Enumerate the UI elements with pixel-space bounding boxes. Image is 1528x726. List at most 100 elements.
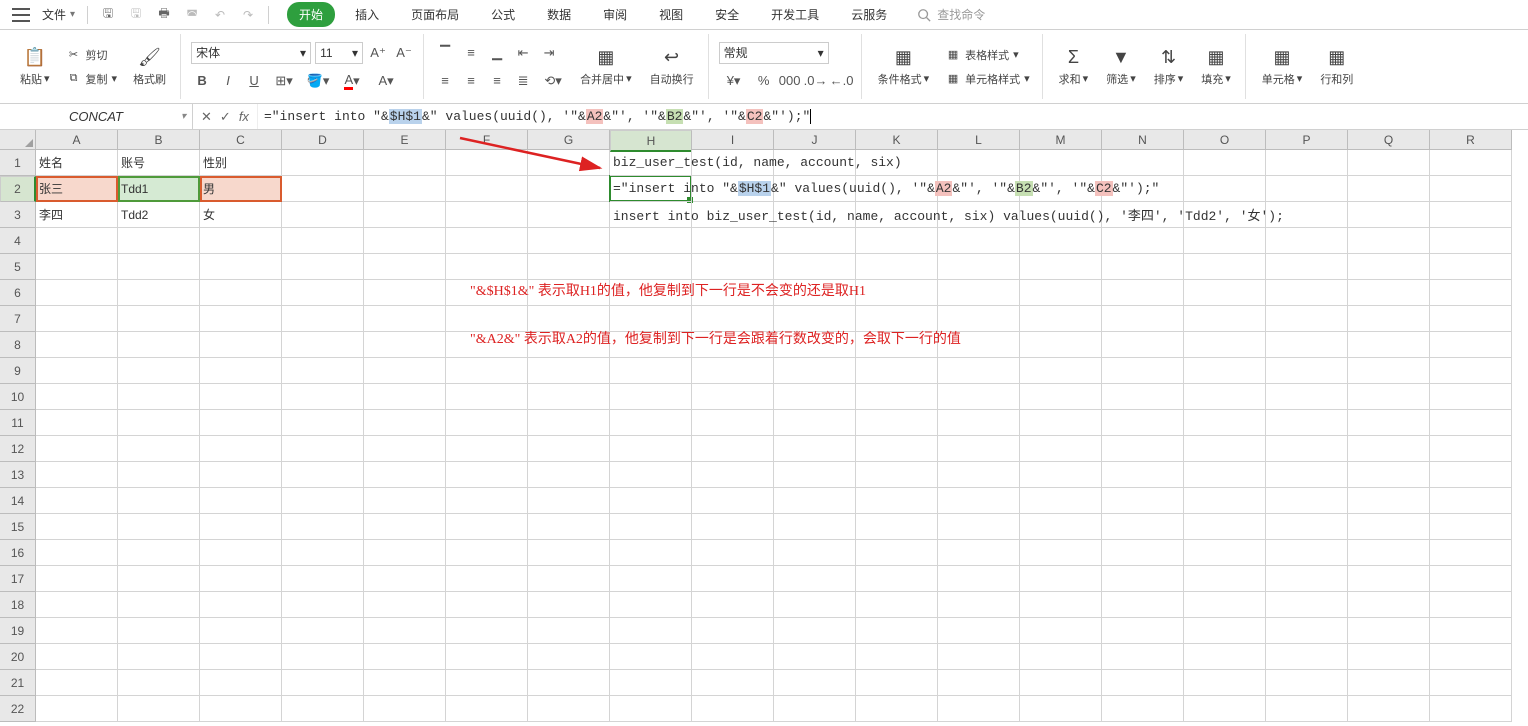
cell-N1[interactable]: [1102, 150, 1184, 176]
cell-O2[interactable]: [1184, 176, 1266, 202]
cell-E13[interactable]: [364, 462, 446, 488]
border-button[interactable]: ⊞▾: [269, 70, 299, 92]
cell-J10[interactable]: [774, 384, 856, 410]
cell-L18[interactable]: [938, 592, 1020, 618]
cell-B9[interactable]: [118, 358, 200, 384]
cell-I16[interactable]: [692, 540, 774, 566]
cell-A5[interactable]: [36, 254, 118, 280]
tab-formula[interactable]: 公式: [479, 2, 527, 27]
cell-L4[interactable]: [938, 228, 1020, 254]
cell-P1[interactable]: [1266, 150, 1348, 176]
italic-button[interactable]: I: [217, 70, 239, 92]
cell-J9[interactable]: [774, 358, 856, 384]
col-header-D[interactable]: D: [282, 130, 364, 150]
cell-Q16[interactable]: [1348, 540, 1430, 566]
cell-O14[interactable]: [1184, 488, 1266, 514]
cell-N5[interactable]: [1102, 254, 1184, 280]
inc-indent-icon[interactable]: ⇥: [538, 42, 560, 64]
row-header-10[interactable]: 10: [0, 384, 36, 410]
cell-J19[interactable]: [774, 618, 856, 644]
cell-D9[interactable]: [282, 358, 364, 384]
cell-D8[interactable]: [282, 332, 364, 358]
cell-O22[interactable]: [1184, 696, 1266, 722]
cell-C15[interactable]: [200, 514, 282, 540]
cell-I22[interactable]: [692, 696, 774, 722]
cell-H16[interactable]: [610, 540, 692, 566]
row-header-21[interactable]: 21: [0, 670, 36, 696]
align-middle-icon[interactable]: ≡: [460, 42, 482, 64]
cell-K18[interactable]: [856, 592, 938, 618]
cell-C3[interactable]: 女: [200, 202, 282, 228]
cell-D1[interactable]: [282, 150, 364, 176]
cell-A2[interactable]: 张三: [36, 176, 118, 202]
cell-E14[interactable]: [364, 488, 446, 514]
col-header-P[interactable]: P: [1266, 130, 1348, 150]
tab-view[interactable]: 视图: [647, 2, 695, 27]
cell-R4[interactable]: [1430, 228, 1512, 254]
cell-D5[interactable]: [282, 254, 364, 280]
cell-M11[interactable]: [1020, 410, 1102, 436]
cell-Q12[interactable]: [1348, 436, 1430, 462]
cell-A20[interactable]: [36, 644, 118, 670]
cell-J13[interactable]: [774, 462, 856, 488]
cell-D13[interactable]: [282, 462, 364, 488]
cell-M13[interactable]: [1020, 462, 1102, 488]
cell-N8[interactable]: [1102, 332, 1184, 358]
row-header-7[interactable]: 7: [0, 306, 36, 332]
cell-E12[interactable]: [364, 436, 446, 462]
col-header-C[interactable]: C: [200, 130, 282, 150]
cell-G18[interactable]: [528, 592, 610, 618]
cell-F18[interactable]: [446, 592, 528, 618]
cell-Q15[interactable]: [1348, 514, 1430, 540]
cell-D19[interactable]: [282, 618, 364, 644]
cell-D20[interactable]: [282, 644, 364, 670]
cell-P8[interactable]: [1266, 332, 1348, 358]
table-style-button[interactable]: ▦表格样式▾: [941, 45, 1034, 65]
cell-P22[interactable]: [1266, 696, 1348, 722]
cell-A15[interactable]: [36, 514, 118, 540]
cell-I5[interactable]: [692, 254, 774, 280]
cell-C9[interactable]: [200, 358, 282, 384]
dec-font-icon[interactable]: A⁻: [393, 42, 415, 64]
cell-L13[interactable]: [938, 462, 1020, 488]
cell-E17[interactable]: [364, 566, 446, 592]
cell-J14[interactable]: [774, 488, 856, 514]
row-header-4[interactable]: 4: [0, 228, 36, 254]
cell-I4[interactable]: [692, 228, 774, 254]
cell-J4[interactable]: [774, 228, 856, 254]
cell-Q11[interactable]: [1348, 410, 1430, 436]
cell-D4[interactable]: [282, 228, 364, 254]
cell-F17[interactable]: [446, 566, 528, 592]
name-box[interactable]: CONCAT ▾: [0, 104, 193, 129]
cell-C4[interactable]: [200, 228, 282, 254]
save-icon[interactable]: 🖫: [94, 1, 122, 29]
cell-Q20[interactable]: [1348, 644, 1430, 670]
cell-G19[interactable]: [528, 618, 610, 644]
tab-insert[interactable]: 插入: [343, 2, 391, 27]
cell-E3[interactable]: [364, 202, 446, 228]
cell-L1[interactable]: [938, 150, 1020, 176]
tab-home[interactable]: 开始: [287, 2, 335, 27]
cell-J17[interactable]: [774, 566, 856, 592]
cell-G22[interactable]: [528, 696, 610, 722]
merge-button[interactable]: ▦合并居中▾: [574, 43, 638, 91]
cell-G17[interactable]: [528, 566, 610, 592]
cell-N16[interactable]: [1102, 540, 1184, 566]
cell-O18[interactable]: [1184, 592, 1266, 618]
save-as-icon[interactable]: 🖫: [122, 1, 150, 29]
cell-M20[interactable]: [1020, 644, 1102, 670]
cell-E4[interactable]: [364, 228, 446, 254]
cell-Q19[interactable]: [1348, 618, 1430, 644]
cell-M22[interactable]: [1020, 696, 1102, 722]
cell-R22[interactable]: [1430, 696, 1512, 722]
cell-F19[interactable]: [446, 618, 528, 644]
cell-J15[interactable]: [774, 514, 856, 540]
cell-H2[interactable]: ="insert into "& $H$1 &" values(uuid(), …: [610, 176, 692, 202]
cell-N17[interactable]: [1102, 566, 1184, 592]
cell-D10[interactable]: [282, 384, 364, 410]
cell-A8[interactable]: [36, 332, 118, 358]
cell-C16[interactable]: [200, 540, 282, 566]
cell-O15[interactable]: [1184, 514, 1266, 540]
justify-icon[interactable]: ≣: [512, 70, 534, 92]
cell-L9[interactable]: [938, 358, 1020, 384]
